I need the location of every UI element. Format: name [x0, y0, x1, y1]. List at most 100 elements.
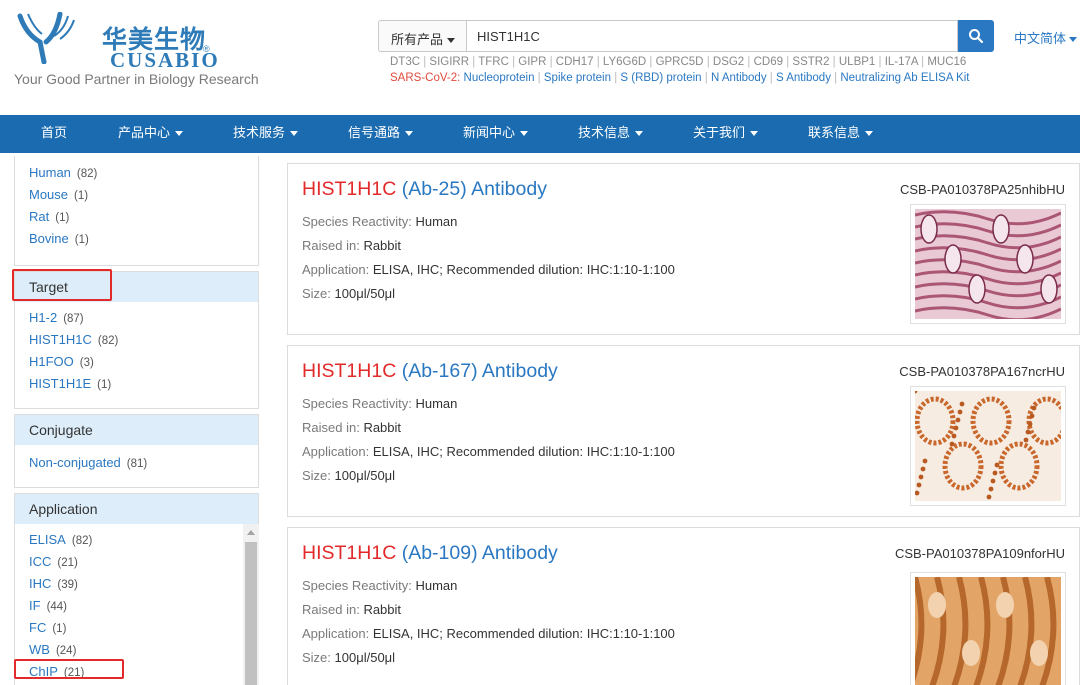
filter-option[interactable]: Human (82) [29, 162, 244, 184]
hot-keyword-link[interactable]: GPRC5D [656, 56, 704, 68]
hot-keyword-link[interactable]: DSG2 [713, 56, 744, 68]
sars-link[interactable]: S (RBD) protein [620, 72, 701, 84]
hot-keyword-link[interactable]: IL-17A [885, 56, 918, 68]
application-line: Application: ELISA, IHC; Recommended dil… [302, 262, 675, 277]
separator: | [546, 56, 556, 68]
search-button[interactable] [958, 20, 994, 52]
search-category-select[interactable]: 所有产品 [378, 20, 466, 52]
product-name-suffix: (Ab-109) Antibody [396, 542, 558, 564]
species-reactivity-label: Species Reactivity: [302, 214, 412, 229]
hot-keyword-link[interactable]: SSTR2 [792, 56, 829, 68]
product-image[interactable] [910, 572, 1066, 685]
filter-option[interactable]: IF (44) [29, 595, 244, 617]
nav-item[interactable]: 首页 [41, 115, 67, 153]
filter-option[interactable]: ELISA (82) [29, 529, 244, 551]
filter-option[interactable]: Rat (1) [29, 206, 244, 228]
conjugate-list: Non-conjugated (81) [15, 445, 258, 479]
nav-item-label: 信号通路 [348, 126, 401, 141]
filter-option-label: Human [29, 165, 71, 180]
search-input[interactable] [466, 20, 958, 52]
separator: | [420, 56, 430, 68]
size-line: Size: 100μl/50μl [302, 468, 395, 483]
application-scrollbar[interactable] [243, 524, 259, 685]
filter-option-count: (1) [74, 190, 89, 202]
sars-link[interactable]: Nucleoprotein [464, 72, 535, 84]
filter-option[interactable]: Mouse (1) [29, 184, 244, 206]
nav-item[interactable]: 信号通路 [348, 115, 414, 153]
filter-option[interactable]: IHC (39) [29, 573, 244, 595]
search-icon [969, 29, 984, 44]
product-image[interactable] [910, 204, 1066, 324]
sars-link[interactable]: Spike protein [544, 72, 611, 84]
chevron-down-icon [865, 131, 874, 136]
nav-item[interactable]: 技术服务 [233, 115, 299, 153]
scroll-thumb[interactable] [245, 542, 257, 685]
filter-option-label: IHC [29, 576, 52, 591]
species-reactivity-line: Species Reactivity: Human [302, 578, 457, 593]
filter-option[interactable]: HIST1H1E (1) [29, 373, 244, 395]
filter-option[interactable]: WB (24) [29, 639, 244, 661]
raised-in-line: Raised in: Rabbit [302, 602, 401, 617]
chevron-down-icon [635, 131, 644, 136]
application-heading: Application [15, 494, 258, 524]
raised-in-value: Rabbit [363, 420, 402, 435]
sars-link[interactable]: N Antibody [711, 72, 767, 84]
nav-item[interactable]: 关于我们 [693, 115, 759, 153]
scroll-up-arrow-icon[interactable] [247, 530, 255, 535]
language-switcher[interactable]: 中文简体 [1014, 28, 1078, 47]
hot-keyword-link[interactable]: LY6G6D [603, 56, 646, 68]
filter-option[interactable]: H1-2 (87) [29, 307, 244, 329]
chevron-down-icon [750, 131, 759, 136]
species-reactivity-line: Species Reactivity: Human [302, 214, 457, 229]
nav-item-label: 技术服务 [233, 126, 286, 141]
filter-option-count: (82) [97, 335, 119, 347]
filter-option-count: (39) [57, 579, 78, 591]
filter-option[interactable]: Bovine (1) [29, 228, 244, 250]
application-label: Application: [302, 444, 370, 459]
filter-option-label: HIST1H1E [29, 376, 92, 391]
separator: | [783, 56, 793, 68]
filter-option[interactable]: FC (1) [29, 617, 244, 639]
filter-option-label: ELISA [29, 532, 66, 547]
raised-in-value: Rabbit [363, 238, 402, 253]
hot-keyword-link[interactable]: SIGIRR [429, 56, 469, 68]
filter-option-count: (24) [55, 645, 77, 657]
nav-item[interactable]: 新闻中心 [463, 115, 529, 153]
hot-keyword-link[interactable]: ULBP1 [839, 56, 875, 68]
nav-item[interactable]: 技术信息 [578, 115, 644, 153]
product-image[interactable] [910, 386, 1066, 506]
product-title-link[interactable]: HIST1H1C (Ab-25) Antibody [302, 178, 547, 201]
separator: | [917, 56, 928, 68]
hot-keyword-link[interactable]: DT3C [390, 56, 420, 68]
filter-option[interactable]: HIST1H1C (82) [29, 329, 244, 351]
filter-option-count: (44) [46, 601, 68, 613]
hot-keyword-link[interactable]: CD69 [754, 56, 783, 68]
filter-option[interactable]: H1FOO (3) [29, 351, 244, 373]
application-filter: Application ELISA (82) ICC (21) IHC (39) IF (44… [14, 493, 259, 685]
sars-link[interactable]: S Antibody [776, 72, 831, 84]
search-category-label: 所有产品 [391, 33, 444, 48]
nav-item[interactable]: 联系信息 [808, 115, 874, 153]
application-label: Application: [302, 262, 370, 277]
hot-keyword-link[interactable]: GIPR [518, 56, 546, 68]
chevron-down-icon [405, 131, 414, 136]
hot-keyword-link[interactable]: MUC16 [927, 56, 966, 68]
filter-option-label: Rat [29, 209, 50, 224]
hot-keyword-link[interactable]: CDH17 [556, 56, 594, 68]
hot-keyword-link[interactable]: TFRC [478, 56, 509, 68]
product-card: HIST1H1C (Ab-25) Antibody CSB-PA010378PA2… [287, 163, 1080, 335]
sars-link[interactable]: Neutralizing Ab ELISA Kit [840, 72, 969, 84]
product-name-suffix: (Ab-25) Antibody [396, 178, 547, 200]
highlight-box-chip [14, 659, 124, 679]
filter-option[interactable]: Non-conjugated (81) [29, 452, 244, 474]
raised-in-line: Raised in: Rabbit [302, 420, 401, 435]
product-title-link[interactable]: HIST1H1C (Ab-167) Antibody [302, 360, 558, 383]
filter-option-count: (1) [97, 379, 112, 391]
nav-item[interactable]: 产品中心 [118, 115, 184, 153]
logo[interactable]: 华美生物 CUSABIO ® Your Good Partner in Biol… [14, 12, 274, 92]
filter-option-label: FC [29, 620, 47, 635]
product-title-link[interactable]: HIST1H1C (Ab-109) Antibody [302, 542, 558, 565]
filter-option[interactable]: ICC (21) [29, 551, 244, 573]
ihc-stain-purple-image [915, 209, 1061, 319]
ihc-stain-brown-image [915, 577, 1061, 685]
